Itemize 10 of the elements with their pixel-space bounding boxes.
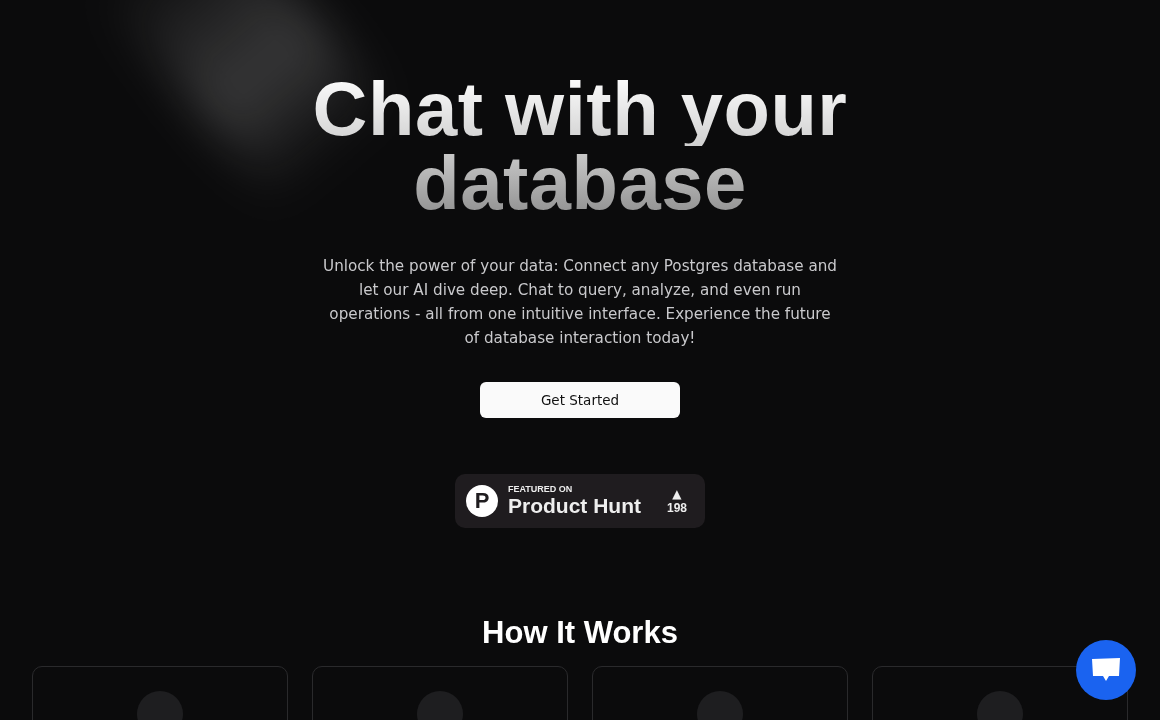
hero-description: Unlock the power of your data: Connect any Postgres database and let our AI dive deep. Chat to query, analyze, and even run operations - all from one intuitive interface. Experience the future of database interaction today! xyxy=(322,256,838,349)
vote-count: 198 xyxy=(666,501,687,515)
upvote-arrow: ▲ xyxy=(672,487,682,501)
product-hunt-name: Product Hunt xyxy=(508,494,642,518)
chat-bubble-icon xyxy=(1091,657,1121,683)
featured-on-label: FEATURED ON xyxy=(508,484,574,494)
chat-button[interactable] xyxy=(1076,640,1136,700)
get-started-button[interactable]: Get Started xyxy=(480,382,680,418)
product-hunt-logo: P xyxy=(466,485,498,517)
section-heading: How It Works xyxy=(482,614,678,652)
